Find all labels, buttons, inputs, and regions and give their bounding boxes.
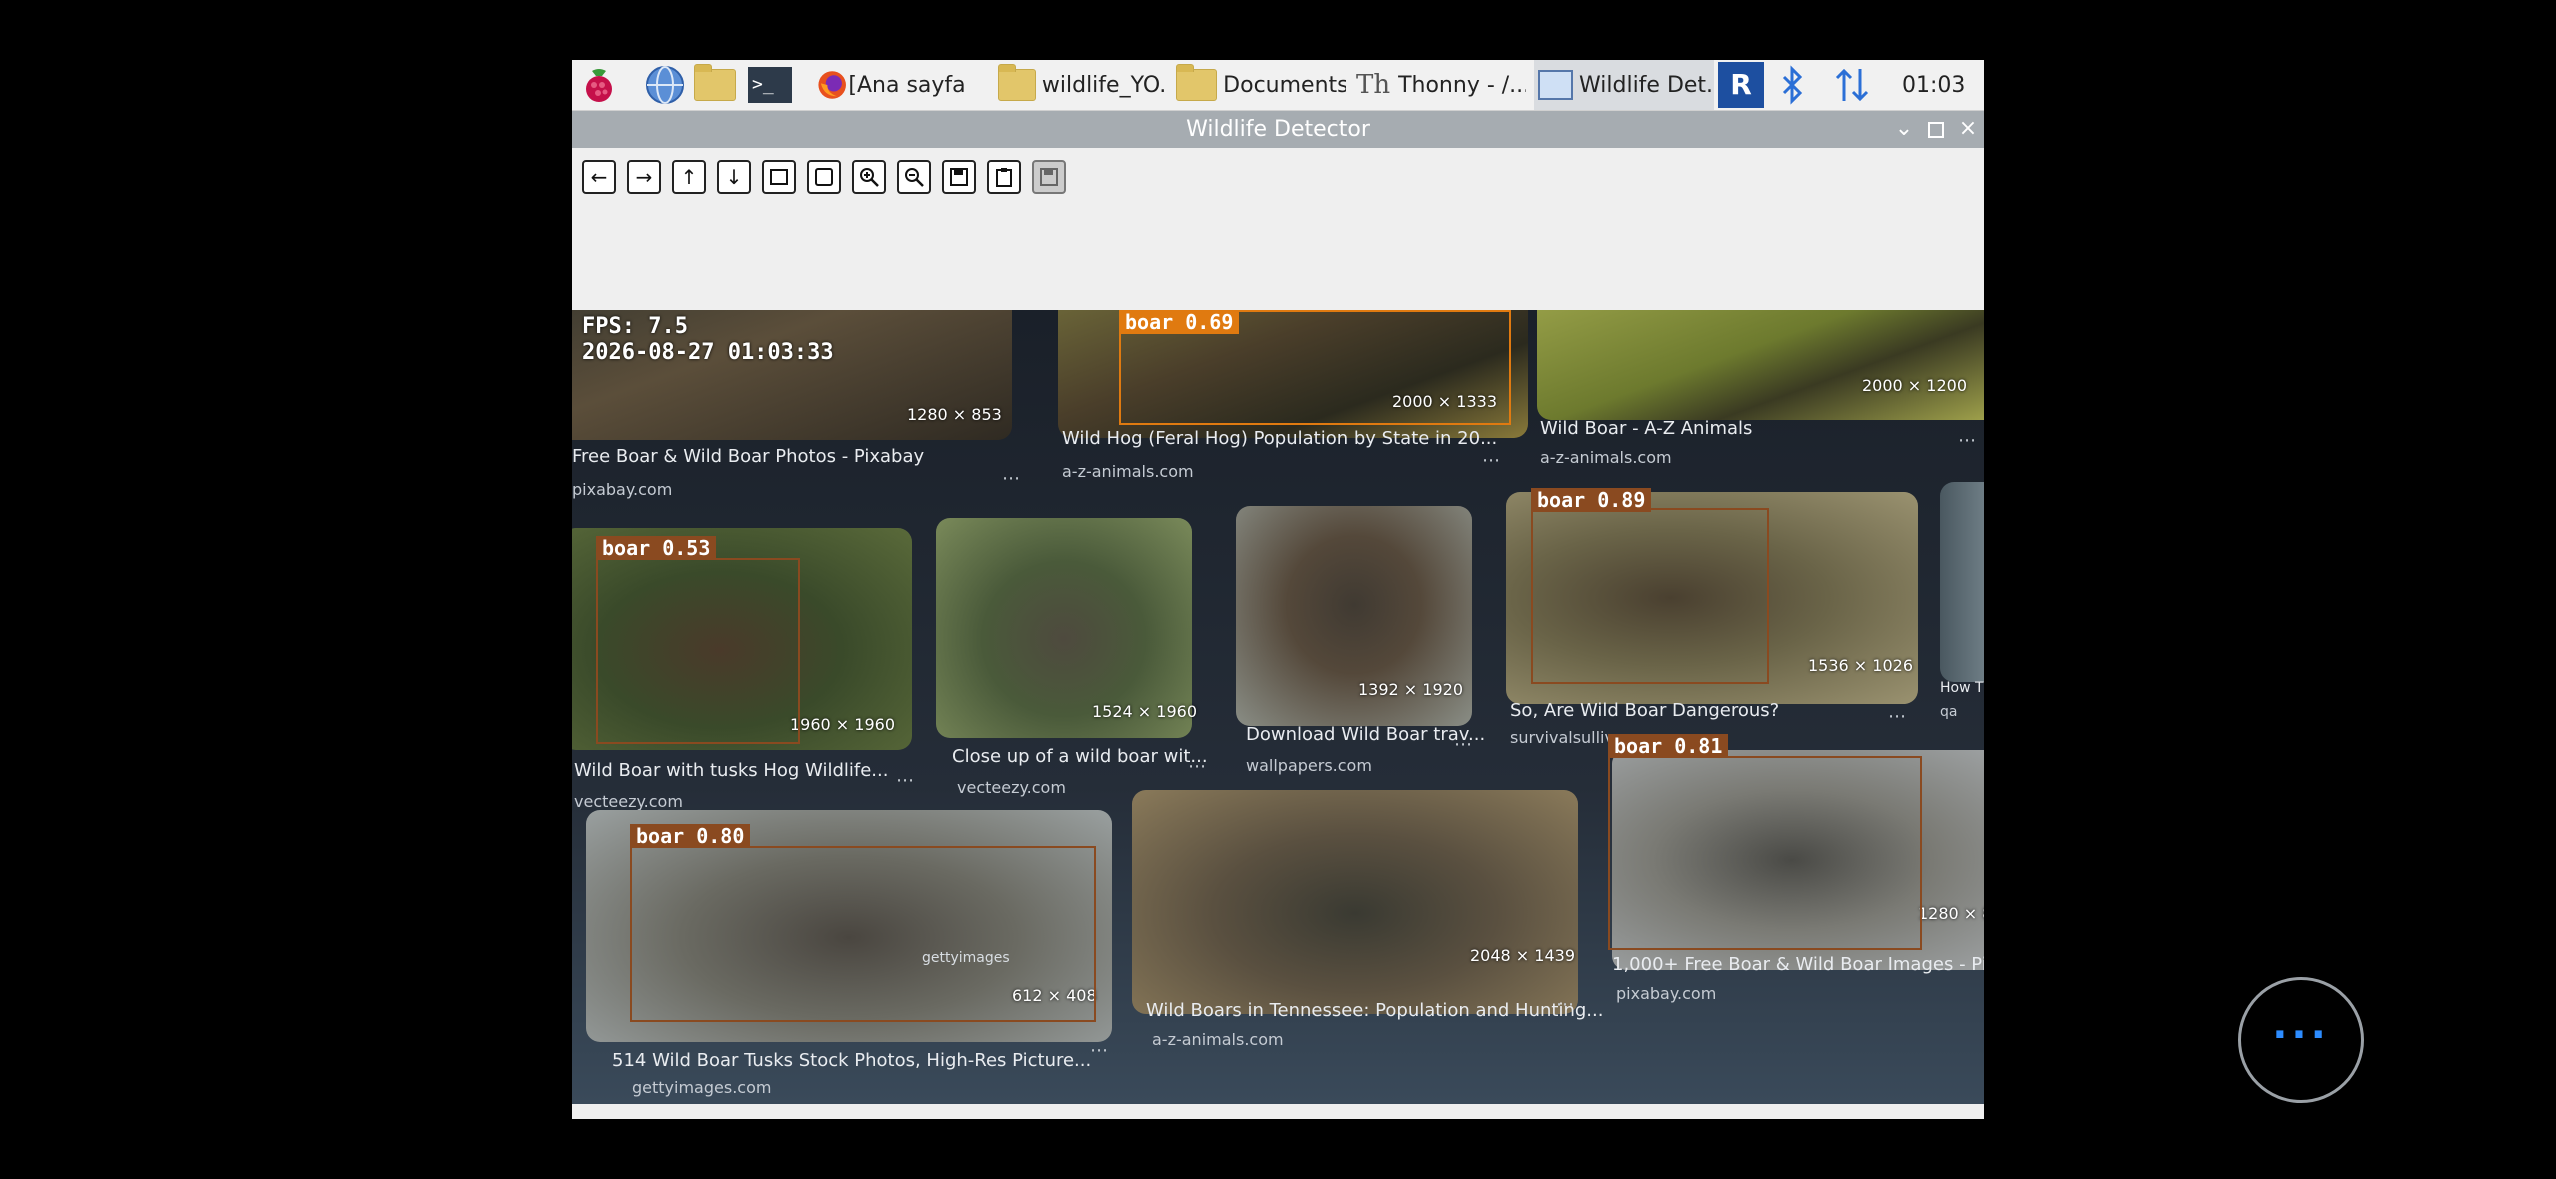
result-size-11: 1280 × 8 <box>1918 904 1984 923</box>
result-image-8 <box>1940 482 1984 682</box>
vnc-icon[interactable]: R <box>1718 60 1764 110</box>
result-caption-10: Wild Boars in Tennessee: Population and … <box>1146 1000 1604 1021</box>
more-icon[interactable]: ⋯ <box>1888 706 1906 727</box>
up-button[interactable]: ↑ <box>672 160 706 194</box>
window-title: Wildlife Detector <box>1186 117 1370 142</box>
window-titlebar[interactable]: Wildlife Detector ⌄ × <box>572 111 1984 148</box>
taskbar-firefox[interactable]: [Ana sayfa ... <box>816 60 966 110</box>
taskbar-folder-wildlife-label: wildlife_YO... <box>1041 72 1166 98</box>
result-source-5: vecteezy.com <box>957 778 1066 797</box>
taskbar-firefox-label: [Ana sayfa ... <box>848 72 966 98</box>
back-button[interactable]: ← <box>582 160 616 194</box>
more-icon[interactable]: ⋯ <box>1188 756 1206 777</box>
save-button[interactable] <box>942 160 976 194</box>
result-caption-11: 1,000+ Free Boar & Wild Boar Images - Pi… <box>1612 954 1984 975</box>
close-button[interactable]: × <box>1954 115 1982 143</box>
detection-label: boar 0.81 <box>1608 734 1729 758</box>
result-caption-9: 514 Wild Boar Tusks Stock Photos, High-R… <box>612 1050 1092 1071</box>
result-source-11: pixabay.com <box>1616 984 1717 1003</box>
taskbar: >_ [Ana sayfa ... wildlife_YO... Documen… <box>572 60 1984 111</box>
detection-label: boar 0.69 <box>1119 310 1240 334</box>
more-icon[interactable]: ⋯ <box>1482 450 1500 471</box>
more-icon[interactable]: ⋯ <box>1556 994 1574 1015</box>
result-size-5: 1524 × 1960 <box>1092 702 1198 721</box>
zoom-in-button[interactable] <box>852 160 886 194</box>
maximize-button[interactable] <box>1922 115 1950 143</box>
fps-readout: FPS: 7.5 <box>582 314 688 339</box>
clock-label: 01:03 <box>1902 72 1966 98</box>
result-caption-3: Wild Boar - A-Z Animals <box>1540 418 1753 439</box>
detection-box <box>596 558 800 744</box>
more-icon[interactable]: ⋯ <box>1958 430 1976 451</box>
folder-icon <box>1176 64 1218 101</box>
result-source-2: a-z-animals.com <box>1062 462 1194 481</box>
taskbar-wildlife-detector-label: Wildlife Det... <box>1579 72 1714 98</box>
taskbar-thonny[interactable]: Th Thonny - /... <box>1356 60 1526 110</box>
detection-box <box>1608 756 1922 950</box>
more-icon[interactable]: ⋯ <box>1002 468 1020 489</box>
result-size-7: 1536 × 1026 <box>1808 656 1914 675</box>
result-size-1: 1280 × 853 <box>907 405 1002 424</box>
status-bar <box>572 1104 1984 1119</box>
camera-frame: 1280 × 853 Free Boar & Wild Boar Photos … <box>572 310 1984 1104</box>
result-source-10: a-z-animals.com <box>1152 1030 1284 1049</box>
zoom-out-button[interactable] <box>897 160 931 194</box>
configure-subplots-button[interactable] <box>807 160 841 194</box>
desktop-screen: >_ [Ana sayfa ... wildlife_YO... Documen… <box>572 60 1984 1119</box>
timestamp-readout: 2026-08-27 01:03:33 <box>582 340 834 365</box>
more-icon[interactable]: ⋯ <box>1090 1040 1108 1061</box>
result-caption-4: Wild Boar with tusks Hog Wildlife... <box>574 760 889 781</box>
result-caption-7: So, Are Wild Boar Dangerous? <box>1510 700 1780 721</box>
taskbar-folder-wildlife[interactable]: wildlife_YO... <box>998 60 1166 110</box>
more-options-button[interactable]: ··· <box>2238 977 2364 1103</box>
save-disabled-button[interactable] <box>1032 160 1066 194</box>
more-icon[interactable]: ⋯ <box>1454 734 1472 755</box>
fit-image-button[interactable] <box>762 160 796 194</box>
detection-label: boar 0.89 <box>1531 488 1652 512</box>
taskbar-folder-documents[interactable]: Documents <box>1176 60 1346 110</box>
result-size-10: 2048 × 1439 <box>1470 946 1576 965</box>
result-caption-6: Download Wild Boar trav... <box>1246 724 1486 745</box>
result-caption-5: Close up of a wild boar wit... <box>952 746 1208 767</box>
result-size-6: 1392 × 1920 <box>1358 680 1464 699</box>
forward-button[interactable]: → <box>627 160 661 194</box>
result-source-4: vecteezy.com <box>574 792 683 811</box>
detection-label: boar 0.53 <box>596 536 717 560</box>
result-size-3: 2000 × 1200 <box>1862 376 1968 395</box>
clipboard-button[interactable] <box>987 160 1021 194</box>
result-source-6: wallpapers.com <box>1246 756 1372 775</box>
thonny-icon: Th <box>1356 70 1391 100</box>
more-icon[interactable]: ⋯ <box>896 770 914 791</box>
image-toolbar: ← → ↑ ↓ <box>572 148 1984 310</box>
result-source-8: qa <box>1940 704 1958 720</box>
detection-box <box>1531 508 1769 684</box>
window-icon <box>1538 70 1573 100</box>
file-manager-icon[interactable] <box>694 60 736 110</box>
clock[interactable]: 01:03 <box>1902 60 1965 110</box>
network-icon[interactable] <box>1834 60 1870 110</box>
minimize-button[interactable]: ⌄ <box>1890 115 1918 143</box>
raspberry-menu-icon[interactable] <box>580 60 618 110</box>
result-source-9: gettyimages.com <box>632 1078 772 1097</box>
terminal-icon[interactable]: >_ <box>748 60 792 110</box>
down-button[interactable]: ↓ <box>717 160 751 194</box>
result-size-4: 1960 × 1960 <box>790 715 896 734</box>
result-source-1: pixabay.com <box>572 480 673 499</box>
more-options-label: ··· <box>2272 1012 2330 1058</box>
bluetooth-icon[interactable] <box>1780 60 1804 110</box>
result-source-3: a-z-animals.com <box>1540 448 1672 467</box>
folder-icon <box>998 64 1036 101</box>
globe-icon[interactable] <box>644 60 686 110</box>
firefox-icon <box>818 71 846 99</box>
result-caption-2: Wild Hog (Feral Hog) Population by State… <box>1062 428 1498 449</box>
taskbar-wildlife-detector[interactable]: Wildlife Det... <box>1534 60 1714 110</box>
result-image-10 <box>1132 790 1578 1014</box>
result-caption-1: Free Boar & Wild Boar Photos - Pixabay <box>572 446 925 467</box>
detection-box <box>630 846 1096 1022</box>
taskbar-folder-documents-label: Documents <box>1223 72 1346 98</box>
result-caption-8: How T <box>1940 680 1984 696</box>
detection-label: boar 0.80 <box>630 824 751 848</box>
result-image-3 <box>1537 310 1984 420</box>
taskbar-thonny-label: Thonny - /... <box>1398 72 1526 98</box>
